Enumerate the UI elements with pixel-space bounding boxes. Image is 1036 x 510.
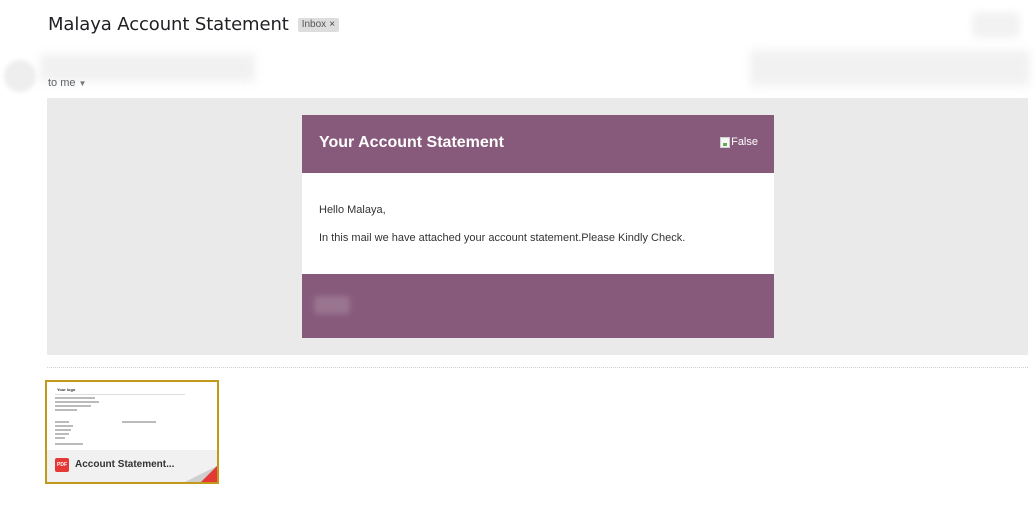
greeting-text: Hello Malaya, <box>319 204 386 216</box>
thumbnail-line <box>55 401 99 403</box>
remove-label-icon[interactable]: × <box>329 19 335 30</box>
broken-image-icon <box>720 136 731 148</box>
thumbnail-logo: Your logo <box>57 387 76 392</box>
attachment-thumbnail[interactable]: Your logo <box>47 382 192 450</box>
page-fold-corner-icon <box>201 466 217 482</box>
thumbnail-rule <box>55 394 185 395</box>
attachment-card[interactable]: Your logo PDF Account Statement... <box>45 380 219 484</box>
attachment-filename: Account Statement... <box>75 459 175 470</box>
avatar[interactable] <box>4 60 36 92</box>
email-body: Your Account Statement False Hello Malay… <box>47 98 1028 355</box>
pdf-icon: PDF <box>55 458 69 472</box>
inbox-label-text: Inbox <box>301 18 327 30</box>
thumbnail-line <box>55 433 69 435</box>
statement-card: Your Account Statement False Hello Malay… <box>302 115 774 338</box>
card-header: Your Account Statement False <box>302 115 774 173</box>
logo-alt-text: False <box>731 136 758 148</box>
thumbnail-line <box>55 397 95 399</box>
body-text: In this mail we have attached your accou… <box>319 232 686 244</box>
card-content: Hello Malaya, In this mail we have attac… <box>319 204 685 244</box>
thumbnail-line <box>55 437 65 439</box>
print-icon[interactable] <box>972 12 1020 38</box>
message-actions[interactable] <box>750 50 1030 86</box>
recipient-details[interactable]: to me ▼ <box>48 77 86 89</box>
thumbnail-line <box>55 421 69 423</box>
sender-row <box>0 50 1036 92</box>
card-title: Your Account Statement <box>319 134 504 151</box>
thumbnail-line <box>55 405 91 407</box>
thumbnail-line <box>55 429 71 431</box>
thumbnail-line <box>122 421 156 423</box>
divider <box>47 367 1028 368</box>
email-subject: Malaya Account Statement <box>48 14 289 35</box>
company-logo: False <box>720 136 758 148</box>
thumbnail-line <box>55 443 83 445</box>
thumbnail-line <box>55 409 77 411</box>
thumbnail-line <box>55 425 73 427</box>
attachment-info-bar[interactable]: PDF Account Statement... <box>47 450 217 482</box>
subject-row: Malaya Account Statement Inbox × <box>48 14 340 35</box>
inbox-label-chip[interactable]: Inbox × <box>297 17 340 32</box>
chevron-down-icon[interactable]: ▼ <box>79 79 87 88</box>
recipient-label: to me <box>48 77 76 89</box>
card-footer <box>302 274 774 338</box>
email-view: Malaya Account Statement Inbox × to me ▼ … <box>0 0 1036 510</box>
footer-link[interactable] <box>314 296 350 314</box>
